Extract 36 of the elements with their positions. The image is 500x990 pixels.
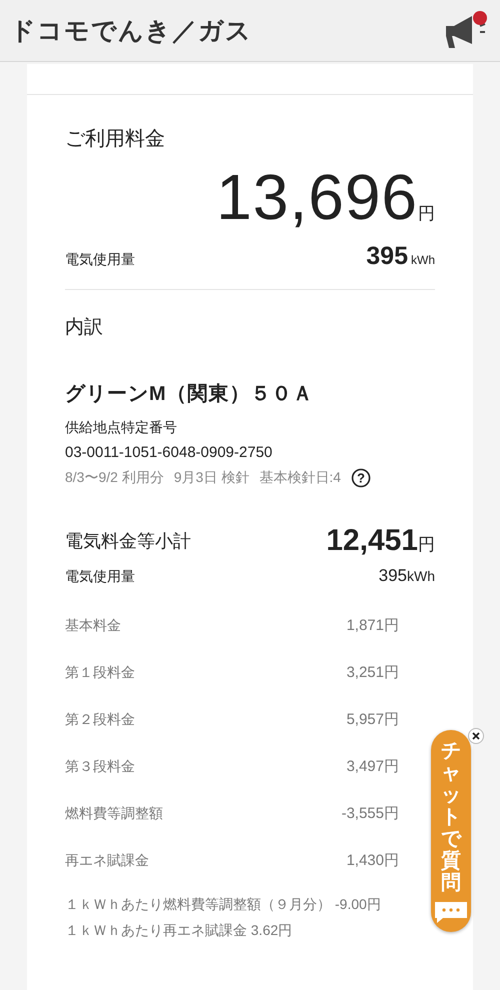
charge-label: 第３段料金 [65, 758, 135, 776]
charge-label: 再エネ賦課金 [65, 852, 149, 870]
usage-value: 395 [378, 566, 407, 585]
close-icon[interactable] [468, 728, 484, 744]
total-amount: 13,696 [216, 160, 418, 234]
rate-note: １ｋＷｈあたり燃料費等調整額（９月分） -9.00円 [65, 896, 382, 914]
charge-value: 1,871円 [346, 616, 399, 635]
charge-value: 5,957円 [346, 710, 399, 729]
supply-point-number: 03-0011-1051-6048-0909-2750 [65, 444, 274, 461]
charge-label: 燃料費等調整額 [65, 805, 163, 823]
usage-label: 電気使用量 [65, 251, 135, 269]
subtotal-label: 電気料金等小計 [65, 530, 191, 553]
base-reading-day: 基本検針日:4 [259, 469, 341, 487]
plan-name: グリーンM（関東）５０Ａ [65, 382, 315, 407]
charge-label: 第２段料金 [65, 711, 135, 729]
section-title: ご利用料金 [65, 127, 166, 152]
currency-unit: 円 [418, 534, 435, 556]
charge-value: 1,430円 [346, 851, 399, 870]
rate-note: １ｋＷｈあたり再エネ賦課金 3.62円 [65, 922, 294, 940]
usage-unit: kWh [407, 568, 435, 584]
currency-unit: 円 [418, 203, 435, 225]
meter-reading-date: 9月3日 検針 [174, 469, 250, 487]
speech-bubble-icon [433, 900, 469, 924]
charge-value: 3,251円 [346, 663, 399, 682]
charge-value: 3,497円 [346, 757, 399, 776]
usage-label: 電気使用量 [65, 568, 135, 586]
charge-label: 第１段料金 [65, 664, 135, 682]
subtotal-value: 12,451 [326, 524, 418, 558]
help-icon[interactable]: ? [350, 468, 371, 488]
section-title: 内訳 [65, 316, 104, 340]
usage-period: 8/3〜9/2 利用分 [65, 469, 164, 487]
charge-value: -3,555円 [341, 804, 399, 823]
supply-point-label: 供給地点特定番号 [65, 419, 178, 437]
usage-value: 395 [366, 242, 408, 270]
charge-label: 基本料金 [65, 617, 121, 635]
usage-unit: kWh [411, 253, 435, 267]
